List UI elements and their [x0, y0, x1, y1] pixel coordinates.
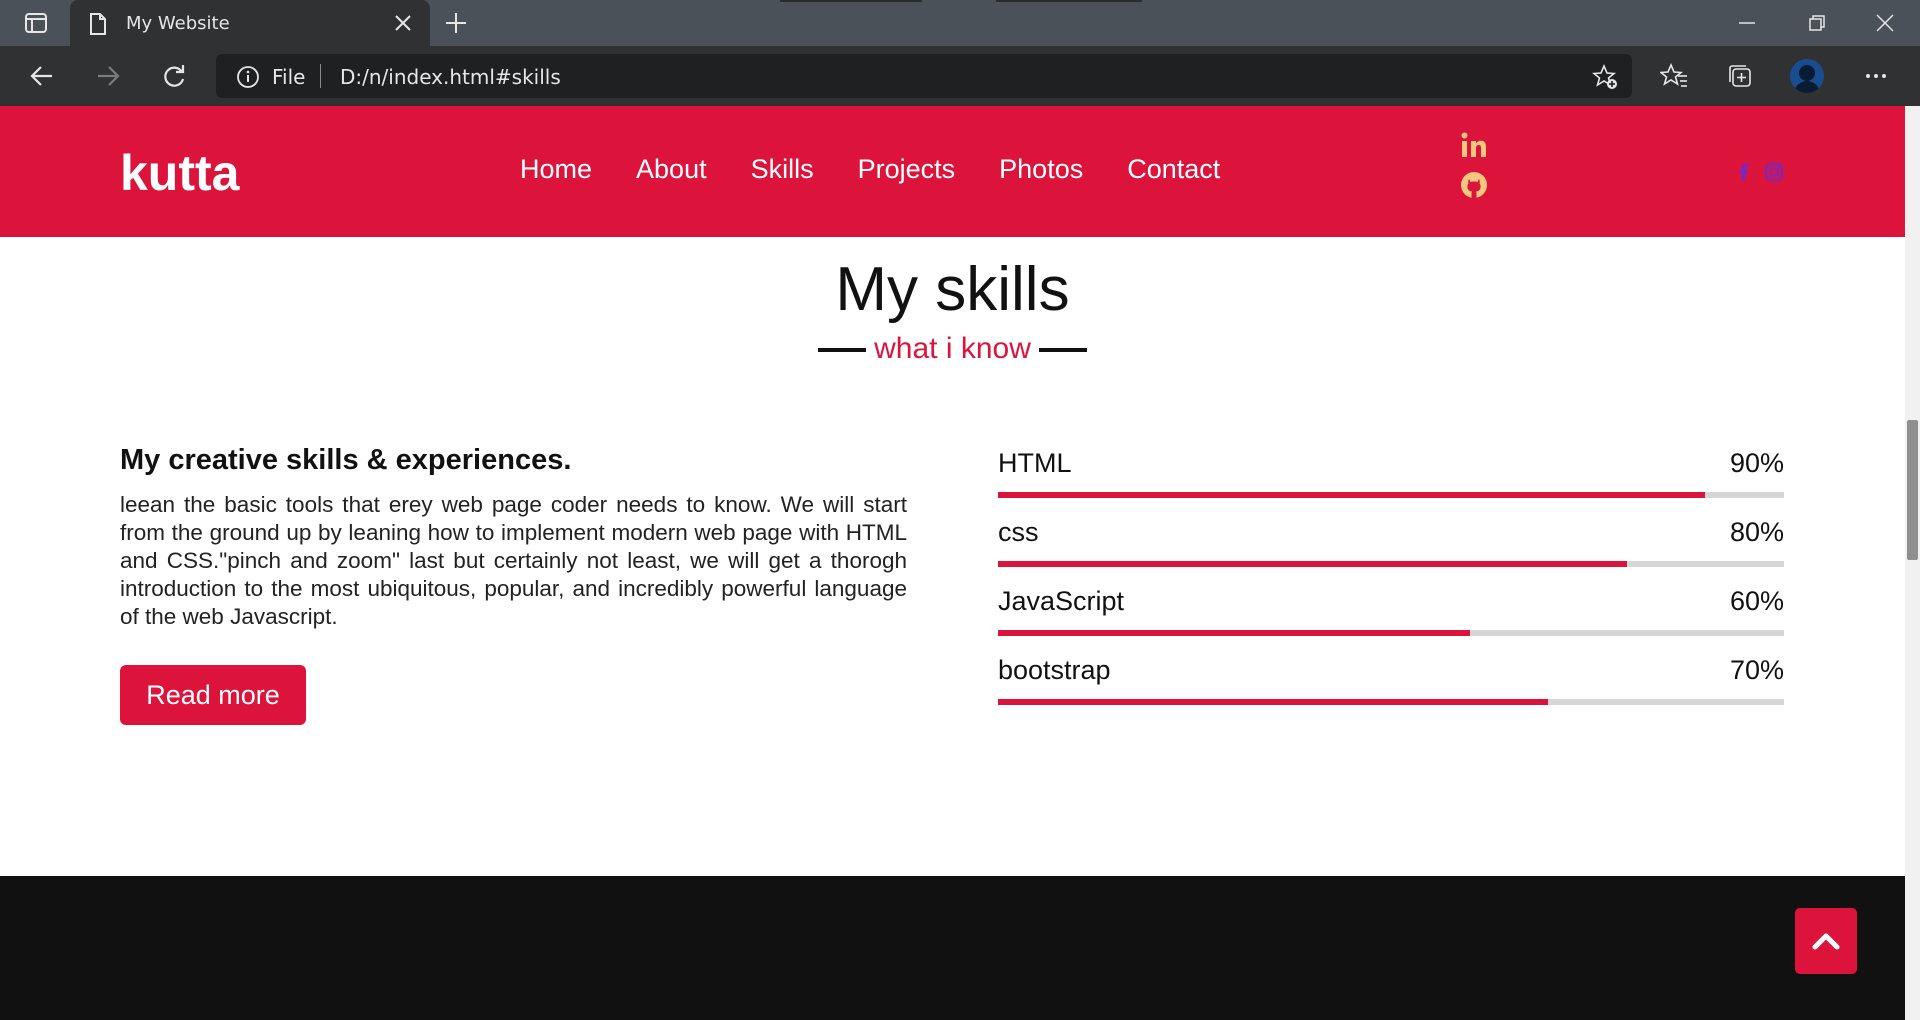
subtitle-line-right: [1038, 348, 1087, 353]
skill-fill: [998, 492, 1706, 498]
tab-actions-icon: [25, 13, 47, 33]
skill-track: [998, 699, 1784, 705]
subtitle-line-left: [818, 348, 867, 353]
tab-strip-divider: [780, 0, 922, 2]
facebook-icon[interactable]: [1734, 162, 1754, 182]
refresh-icon[interactable]: [160, 62, 188, 90]
page-viewport: kutta Home About Skills Projects Photos …: [0, 106, 1905, 1020]
new-tab-icon[interactable]: [444, 11, 468, 35]
page-scrollbar[interactable]: [1905, 106, 1920, 1020]
skills-heading: My creative skills & experiences.: [120, 444, 572, 476]
scrollbar-thumb[interactable]: [1907, 420, 1918, 560]
menu-skills[interactable]: Skills: [751, 154, 814, 185]
skills-description: My creative skills & experiences. leean …: [120, 444, 907, 631]
address-separator: [320, 64, 321, 88]
instagram-icon[interactable]: [1764, 162, 1784, 182]
menu-photos[interactable]: Photos: [999, 154, 1083, 185]
skill-percent: 90%: [1729, 448, 1784, 478]
tab-title: My Website: [126, 13, 230, 34]
address-bar[interactable]: File D:/n/index.html#skills: [216, 54, 1632, 98]
scheme-label: File: [272, 65, 306, 89]
social-links-row: [1734, 162, 1784, 182]
skill-name: JavaScript: [998, 586, 1125, 616]
favorites-icon[interactable]: [1660, 62, 1688, 90]
skill-bar: HTML 90%: [998, 448, 1784, 517]
github-icon[interactable]: [1459, 170, 1489, 200]
skill-name: bootstrap: [998, 655, 1111, 685]
skill-bar: css 80%: [998, 517, 1784, 586]
skill-track: [998, 630, 1784, 636]
skill-track: [998, 561, 1784, 567]
linkedin-icon[interactable]: [1459, 130, 1489, 160]
skill-track: [998, 492, 1784, 498]
add-favorite-icon[interactable]: [1592, 64, 1618, 90]
skill-percent: 70%: [1729, 655, 1784, 685]
profile-avatar[interactable]: [1790, 59, 1824, 93]
section-title: My skills: [835, 255, 1070, 324]
social-links-column: [1459, 130, 1489, 210]
tab-actions-button[interactable]: [14, 10, 58, 36]
skill-percent: 80%: [1729, 517, 1784, 547]
close-window-icon[interactable]: [1874, 12, 1896, 34]
skill-bars: HTML 90% css 80% JavaScript 60% bootstra…: [998, 448, 1784, 724]
menu-home[interactable]: Home: [520, 154, 592, 185]
skill-name: css: [998, 517, 1039, 547]
skill-bar: JavaScript 60%: [998, 586, 1784, 655]
skill-percent: 60%: [1729, 586, 1784, 616]
site-footer: [0, 876, 1905, 1020]
site-logo[interactable]: kutta: [120, 144, 239, 202]
more-options-icon[interactable]: [1862, 62, 1890, 90]
page-icon: [90, 13, 106, 35]
collections-icon[interactable]: [1726, 62, 1754, 90]
avatar-head: [1799, 65, 1815, 81]
url-text[interactable]: D:/n/index.html#skills: [340, 65, 561, 89]
browser-tab-strip: My Website: [0, 0, 1920, 46]
site-menu: Home About Skills Projects Photos Contac…: [520, 154, 1220, 185]
browser-toolbar: File D:/n/index.html#skills: [0, 46, 1920, 106]
menu-about[interactable]: About: [636, 154, 707, 185]
skills-paragraph: leean the basic tools that erey web page…: [120, 492, 907, 629]
restore-icon[interactable]: [1806, 12, 1828, 34]
chevron-up-icon: [1812, 933, 1840, 950]
menu-projects[interactable]: Projects: [858, 154, 956, 185]
skill-fill: [998, 699, 1549, 705]
skill-bar: bootstrap 70%: [998, 655, 1784, 724]
back-icon[interactable]: [28, 62, 56, 90]
skill-fill: [998, 561, 1627, 567]
avatar-body: [1794, 81, 1820, 93]
read-more-button[interactable]: Read more: [120, 665, 306, 725]
site-info-icon[interactable]: [236, 65, 260, 89]
skill-name: HTML: [998, 448, 1072, 478]
forward-icon[interactable]: [94, 62, 122, 90]
site-navbar: kutta Home About Skills Projects Photos …: [0, 106, 1905, 237]
subtitle-text: what i know: [874, 332, 1031, 365]
section-subtitle: what i know: [0, 332, 1905, 366]
tab-strip-divider: [996, 0, 1142, 2]
scroll-to-top-button[interactable]: [1795, 908, 1857, 974]
menu-contact[interactable]: Contact: [1127, 154, 1220, 185]
browser-tab[interactable]: My Website: [70, 0, 430, 46]
close-tab-icon[interactable]: [392, 12, 414, 34]
skill-fill: [998, 630, 1470, 636]
minimize-icon[interactable]: [1736, 12, 1758, 34]
